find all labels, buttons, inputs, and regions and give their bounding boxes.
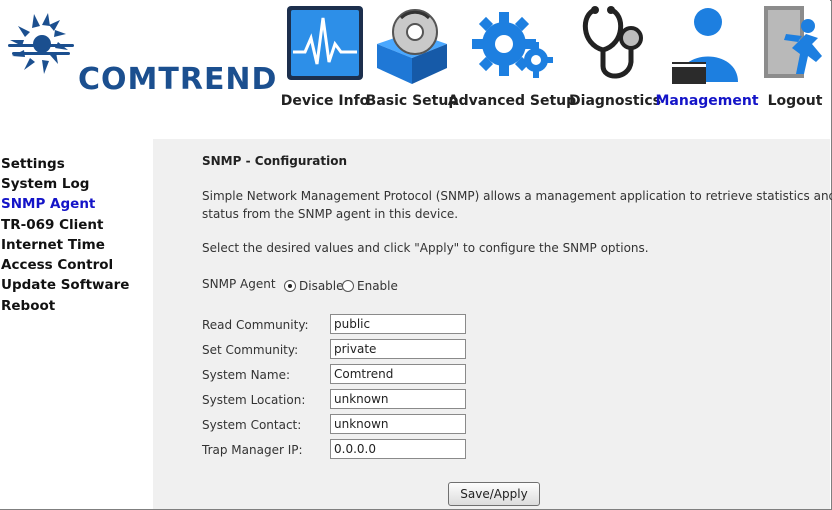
description-line-1: Simple Network Management Protocol (SNMP… [202, 189, 832, 203]
nav-basic-setup[interactable]: Basic Setup [366, 4, 458, 109]
nav-label: Basic Setup [365, 93, 459, 109]
snmp-agent-enable-radio[interactable] [342, 280, 354, 292]
trap-manager-ip-label: Trap Manager IP: [202, 443, 303, 457]
header: COMTREND Device Info Basic Setup Advance… [0, 0, 830, 139]
nav-label: Management [655, 93, 759, 109]
comtrend-logo: COMTREND [4, 10, 279, 97]
system-contact-label: System Contact: [202, 418, 302, 432]
system-location-input[interactable] [330, 389, 466, 409]
sidebar-item-update-software[interactable]: Update Software [1, 277, 129, 293]
system-contact-input[interactable] [330, 414, 466, 434]
set-community-label: Set Community: [202, 343, 299, 357]
content-panel: SNMP - Configuration Simple Network Mana… [153, 139, 832, 509]
system-location-label: System Location: [202, 393, 306, 407]
sidebar-item-settings[interactable]: Settings [1, 156, 65, 172]
monitor-chart-icon [287, 6, 363, 80]
snmp-agent-label: SNMP Agent [202, 277, 276, 291]
instruction-text: Select the desired values and click "App… [202, 241, 649, 255]
sidebar-item-internet-time[interactable]: Internet Time [1, 237, 105, 253]
sidebar-item-snmp-agent[interactable]: SNMP Agent [1, 196, 95, 212]
sidebar-item-tr069-client[interactable]: TR-069 Client [1, 217, 103, 233]
page-title: SNMP - Configuration [202, 154, 348, 168]
sidebar-item-access-control[interactable]: Access Control [1, 257, 113, 273]
nav-device-info[interactable]: Device Info [281, 4, 369, 109]
snmp-agent-disable-radio[interactable] [284, 280, 296, 292]
comtrend-emblem-icon [8, 13, 74, 74]
enable-label: Enable [357, 279, 398, 293]
nav-label: Logout [767, 93, 823, 109]
description-line-2: status from the SNMP agent in this devic… [202, 207, 459, 221]
disable-label: Disable [299, 279, 344, 293]
trap-manager-ip-input[interactable] [330, 439, 466, 459]
sidebar-item-system-log[interactable]: System Log [1, 176, 89, 192]
read-community-label: Read Community: [202, 318, 309, 332]
nav-management[interactable]: Management [655, 4, 759, 109]
nav-label: Device Info [280, 93, 370, 109]
nav-diagnostics[interactable]: Diagnostics [569, 4, 661, 109]
nav-label: Advanced Setup [447, 93, 577, 109]
nav-advanced-setup[interactable]: Advanced Setup [448, 4, 576, 109]
box-disc-icon [377, 9, 447, 84]
save-apply-button[interactable]: Save/Apply [448, 482, 540, 506]
exit-door-icon [764, 6, 822, 78]
brand-name: COMTREND [78, 62, 278, 97]
user-laptop-icon [672, 8, 738, 84]
sidebar: Settings System Log SNMP Agent TR-069 Cl… [0, 139, 153, 509]
nav-logout[interactable]: Logout [760, 4, 830, 109]
nav-label: Diagnostics [569, 93, 661, 109]
stethoscope-icon [582, 6, 643, 79]
gears-icon [472, 12, 553, 78]
set-community-input[interactable] [330, 339, 466, 359]
read-community-input[interactable] [330, 314, 466, 334]
system-name-input[interactable] [330, 364, 466, 384]
sidebar-item-reboot[interactable]: Reboot [1, 298, 55, 314]
system-name-label: System Name: [202, 368, 291, 382]
